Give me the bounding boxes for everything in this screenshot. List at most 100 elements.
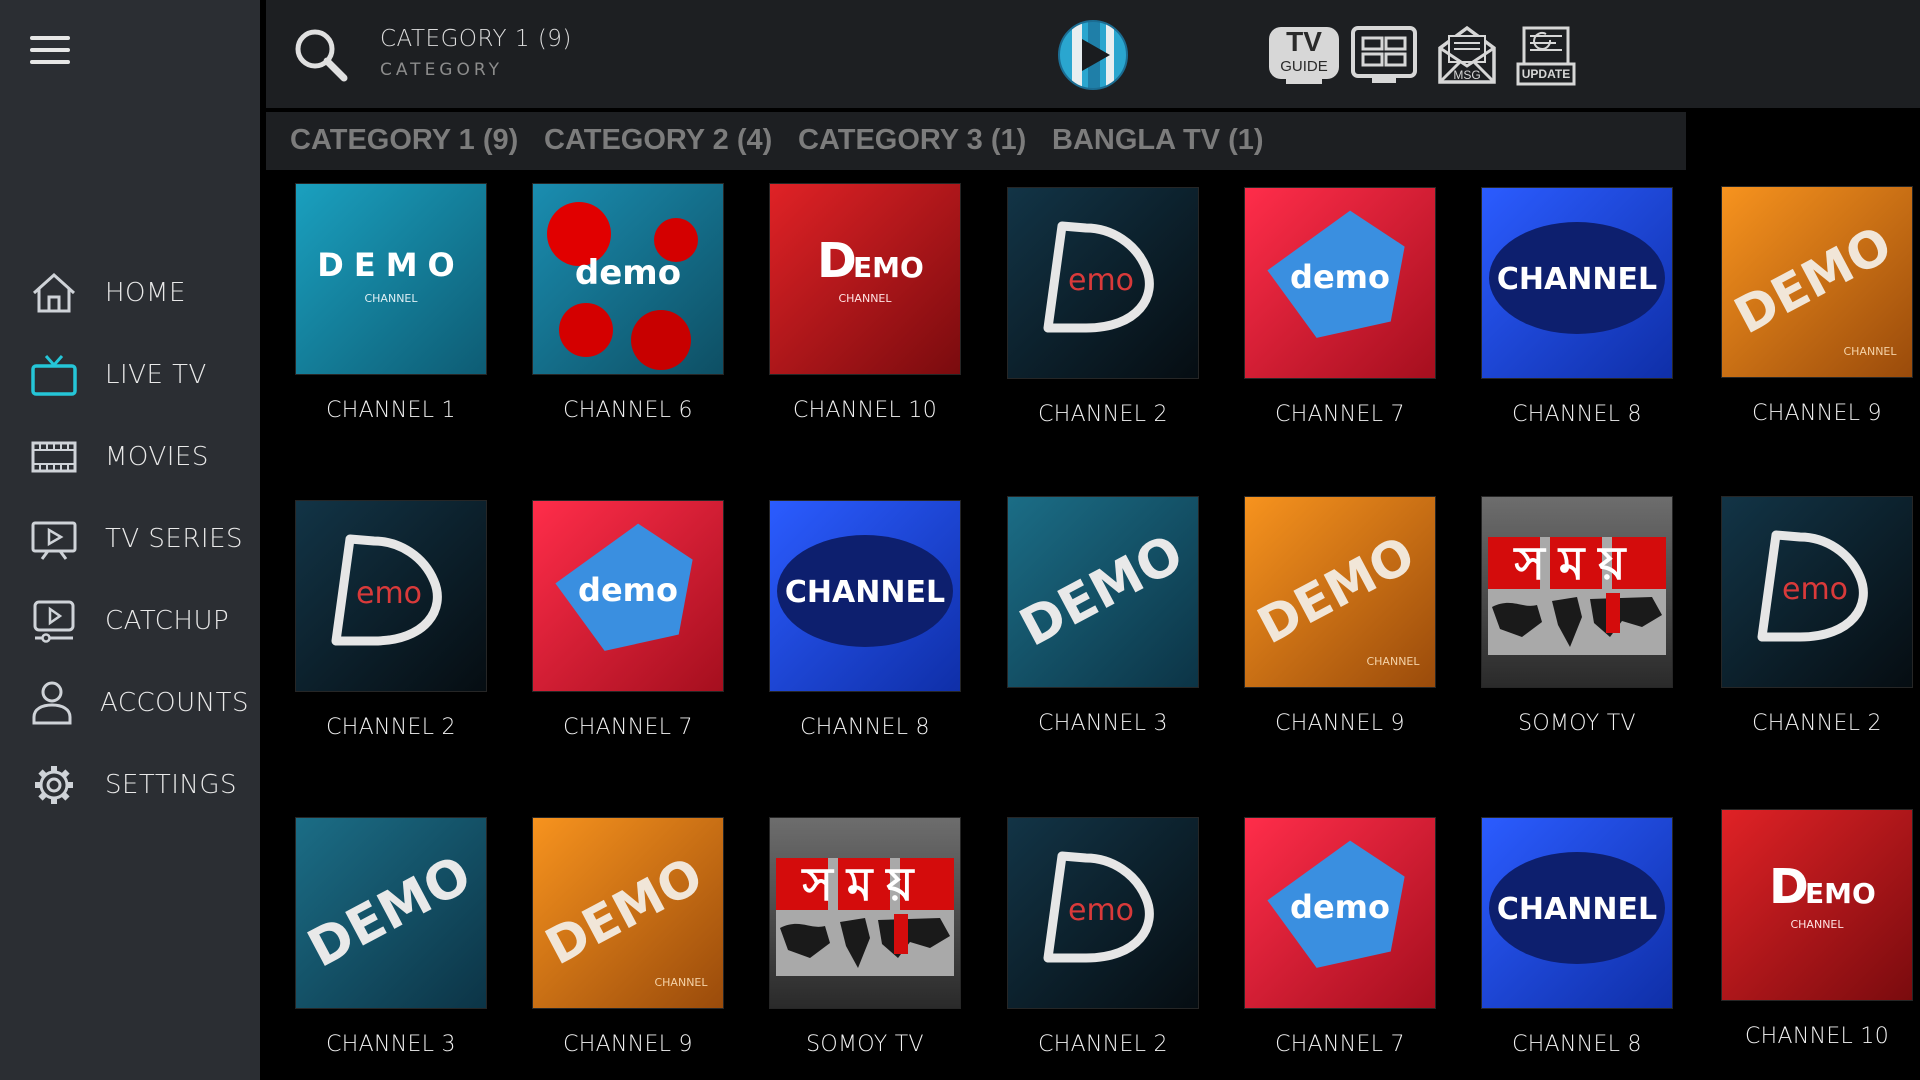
- sidebar: HOME LIVE TV MOVIES TV SERIES CATCHUP AC…: [0, 0, 260, 1080]
- svg-text:demo: demo: [575, 253, 681, 293]
- page-subtitle: CATEGORY: [380, 60, 503, 80]
- sidebar-item-movies[interactable]: MOVIES: [0, 416, 260, 498]
- channel-logo: CHANNEL: [769, 500, 961, 692]
- svg-text:EMO: EMO: [1805, 877, 1876, 910]
- channel-name: CHANNEL 8: [1512, 402, 1642, 427]
- hamburger-menu-icon[interactable]: [30, 34, 70, 66]
- svg-text:EMO: EMO: [853, 251, 924, 284]
- channel-logo: demo: [532, 500, 724, 692]
- svg-text:D: D: [817, 233, 857, 289]
- svg-text:DEMO: DEMO: [317, 246, 464, 284]
- sidebar-item-label: CATCHUP: [105, 606, 230, 636]
- sidebar-nav: HOME LIVE TV MOVIES TV SERIES CATCHUP AC…: [0, 252, 260, 826]
- sidebar-item-catchup[interactable]: CATCHUP: [0, 580, 260, 662]
- svg-text:CHANNEL: CHANNEL: [1497, 892, 1657, 927]
- channel-name: CHANNEL 3: [326, 1032, 456, 1057]
- tab-category-1[interactable]: CATEGORY 1 (9): [290, 124, 518, 157]
- sidebar-item-label: SETTINGS: [105, 770, 238, 800]
- multiscreen-button[interactable]: [1350, 24, 1418, 86]
- svg-text:demo: demo: [1290, 258, 1390, 296]
- update-button[interactable]: UPDATE: [1516, 24, 1576, 86]
- svg-text:demo: demo: [1290, 888, 1390, 926]
- tv-guide-label-top: TV: [1286, 26, 1322, 57]
- channel-logo: DEMO CHANNEL: [1721, 186, 1913, 378]
- svg-text:emo: emo: [1068, 263, 1134, 298]
- svg-text:CHANNEL: CHANNEL: [654, 976, 708, 989]
- channel-logo: emo: [1007, 817, 1199, 1009]
- update-label: UPDATE: [1521, 67, 1571, 81]
- channel-logo: demo: [1244, 187, 1436, 379]
- svg-text:CHANNEL: CHANNEL: [785, 575, 945, 610]
- channel-logo: emo: [1721, 496, 1913, 688]
- sidebar-item-settings[interactable]: SETTINGS: [0, 744, 260, 826]
- sidebar-item-tv-series[interactable]: TV SERIES: [0, 498, 260, 580]
- svg-text:সময়: সময়: [800, 857, 927, 911]
- series-icon: [31, 521, 77, 560]
- sidebar-item-label: MOVIES: [105, 442, 209, 472]
- channel-name: CHANNEL 7: [1275, 402, 1405, 427]
- svg-text:CHANNEL: CHANNEL: [364, 292, 418, 305]
- channel-logo: সময়: [769, 817, 961, 1009]
- svg-text:সময়: সময়: [1512, 536, 1639, 590]
- sidebar-item-accounts[interactable]: ACCOUNTS: [0, 662, 260, 744]
- tv-guide-button[interactable]: TV GUIDE: [1266, 24, 1342, 86]
- channel-name: CHANNEL 2: [326, 715, 456, 740]
- channel-name: CHANNEL 6: [563, 398, 693, 423]
- channel-name: CHANNEL 9: [1275, 711, 1405, 736]
- svg-text:CHANNEL: CHANNEL: [1843, 345, 1897, 358]
- tv-guide-label-bottom: GUIDE: [1280, 58, 1328, 75]
- channel-logo: DEMO: [1007, 496, 1199, 688]
- channel-name: CHANNEL 10: [792, 398, 937, 423]
- svg-text:CHANNEL: CHANNEL: [838, 292, 892, 305]
- channel-logo: CHANNEL: [1481, 187, 1673, 379]
- svg-text:CHANNEL: CHANNEL: [1497, 262, 1657, 297]
- category-tabs: CATEGORY 1 (9) CATEGORY 2 (4) CATEGORY 3…: [266, 112, 1686, 170]
- sidebar-item-label: TV SERIES: [105, 524, 244, 554]
- svg-text:emo: emo: [1782, 572, 1848, 607]
- channel-name: CHANNEL 7: [1275, 1032, 1405, 1057]
- sidebar-item-label: LIVE TV: [105, 360, 207, 390]
- channel-logo: DEMO CHANNEL: [532, 817, 724, 1009]
- tab-category-3[interactable]: CATEGORY 3 (1): [798, 124, 1026, 157]
- sidebar-item-label: HOME: [105, 278, 186, 308]
- top-bar: CATEGORY 1 (9) CATEGORY TV GUIDE MSG UPD…: [266, 0, 1920, 108]
- channel-name: CHANNEL 8: [800, 715, 930, 740]
- channel-name: CHANNEL 9: [563, 1032, 693, 1057]
- channel-name: CHANNEL 7: [563, 715, 693, 740]
- sidebar-item-label: ACCOUNTS: [100, 688, 249, 718]
- channel-logo: সময়: [1481, 496, 1673, 688]
- channel-name: CHANNEL 2: [1752, 711, 1882, 736]
- channel-logo: emo: [295, 500, 487, 692]
- messages-button[interactable]: MSG: [1436, 24, 1498, 86]
- svg-text:demo: demo: [578, 571, 678, 609]
- svg-text:CHANNEL: CHANNEL: [1366, 655, 1420, 668]
- app-logo-icon: [1058, 20, 1128, 90]
- channel-logo: emo: [1007, 187, 1199, 379]
- search-icon[interactable]: [292, 26, 350, 84]
- channel-logo: demo: [532, 183, 724, 375]
- tab-bangla-tv[interactable]: BANGLA TV (1): [1052, 124, 1264, 157]
- sidebar-item-live-tv[interactable]: LIVE TV: [0, 334, 260, 416]
- channel-name: SOMOY TV: [1518, 711, 1636, 736]
- tab-category-2[interactable]: CATEGORY 2 (4): [544, 124, 772, 157]
- home-icon: [32, 272, 76, 313]
- messages-label: MSG: [1453, 68, 1481, 82]
- svg-text:emo: emo: [1068, 893, 1134, 928]
- channel-name: SOMOY TV: [806, 1032, 924, 1057]
- channel-name: CHANNEL 9: [1752, 401, 1882, 426]
- page-title: CATEGORY 1 (9): [380, 26, 572, 52]
- channel-name: CHANNEL 2: [1038, 402, 1168, 427]
- tv-icon: [31, 355, 77, 396]
- svg-text:CHANNEL: CHANNEL: [1790, 918, 1844, 931]
- svg-text:D: D: [1769, 859, 1809, 915]
- sidebar-item-home[interactable]: HOME: [0, 252, 260, 334]
- channel-logo: CHANNEL: [1481, 817, 1673, 1009]
- svg-text:emo: emo: [356, 576, 422, 611]
- channel-name: CHANNEL 10: [1744, 1024, 1889, 1049]
- channel-logo: DEMO CHANNEL: [295, 183, 487, 375]
- gear-icon: [35, 766, 73, 804]
- channel-name: CHANNEL 2: [1038, 1032, 1168, 1057]
- catchup-icon: [33, 600, 75, 643]
- channel-name: CHANNEL 1: [326, 398, 456, 423]
- channel-name: CHANNEL 8: [1512, 1032, 1642, 1057]
